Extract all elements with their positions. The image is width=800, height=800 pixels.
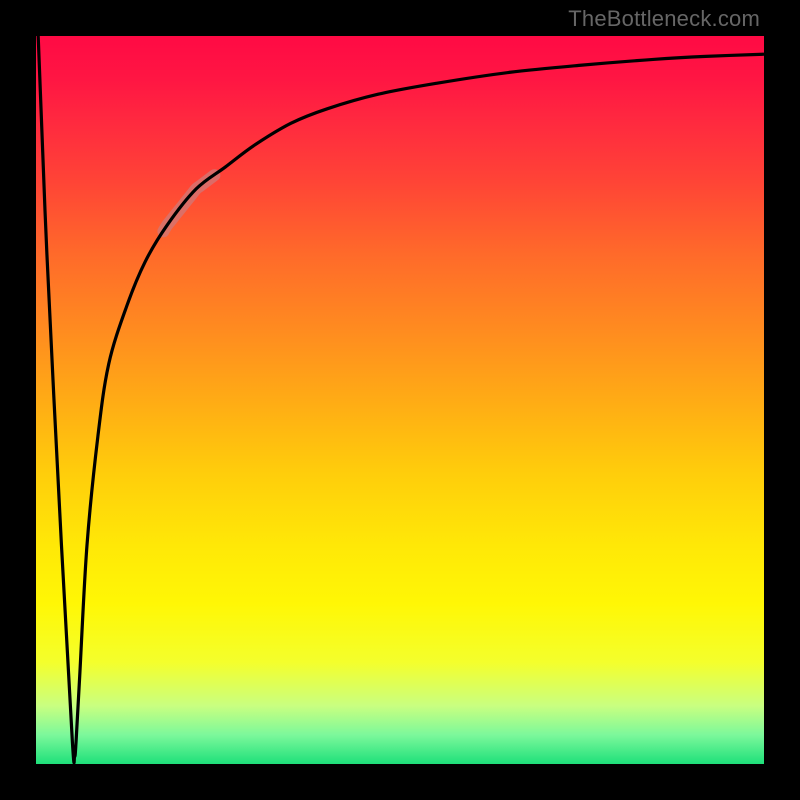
chart-frame: TheBottleneck.com xyxy=(0,0,800,800)
gradient-background xyxy=(36,36,764,764)
plot-area xyxy=(36,36,764,764)
attribution-text: TheBottleneck.com xyxy=(568,6,760,32)
chart-svg xyxy=(36,36,764,764)
